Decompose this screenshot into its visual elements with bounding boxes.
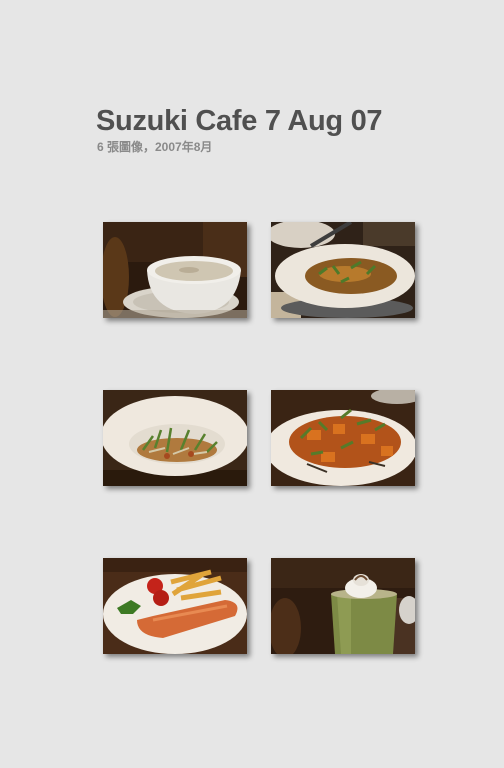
salmon-photo-image	[103, 558, 247, 654]
salad-photo-image	[271, 222, 415, 318]
pumpkin-salad-photo-image	[271, 390, 415, 486]
soup-photo-image	[103, 222, 247, 318]
photo-thumbnail-pumpkin-salad[interactable]	[271, 390, 415, 486]
photo-thumbnail-soup[interactable]	[103, 222, 247, 318]
sprout-salad-photo-image	[103, 390, 247, 486]
photo-thumbnail-sprout-salad[interactable]	[103, 390, 247, 486]
photo-thumbnail-salad[interactable]	[271, 222, 415, 318]
photo-thumbnail-salmon[interactable]	[103, 558, 247, 654]
album-subtitle: 6 張圖像，2007年8月	[97, 140, 213, 154]
photo-thumbnail-matcha[interactable]	[271, 558, 415, 654]
album-header: Suzuki Cafe 7 Aug 07 6 張圖像，2007年8月	[96, 104, 383, 154]
album-title: Suzuki Cafe 7 Aug 07	[96, 105, 383, 137]
matcha-photo-image	[271, 558, 415, 654]
